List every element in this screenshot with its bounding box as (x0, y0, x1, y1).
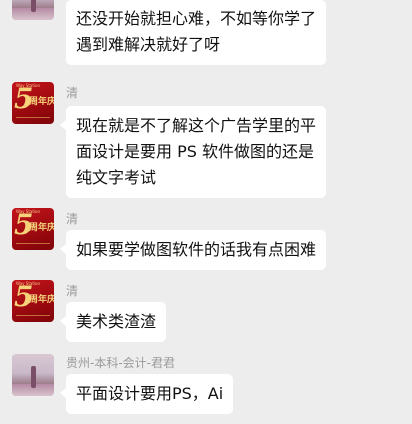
avatar-photo-figure (31, 0, 36, 12)
user-avatar[interactable]: Way Station 5 周年庆典 (12, 280, 54, 322)
message-text-line: 遇到难解决就好了呀 (76, 35, 221, 54)
message-bubble[interactable]: 如果要学做图软件的话我有点困难 (59, 230, 327, 270)
message-bubble[interactable]: 现在就是不了解这个广告学里的平 面设计是要用 PS 软件做图的还是 纯文字考试 (59, 106, 327, 198)
user-avatar[interactable]: Way Station 5 周年庆典 (12, 208, 54, 250)
message-bubble[interactable]: 平面设计要用PS，Ai (59, 374, 234, 414)
sender-name: 清 (66, 212, 79, 226)
message-text-line: 如果要学做图软件的话我有点困难 (76, 240, 317, 259)
sender-name: 清 (66, 86, 79, 100)
avatar-badge-text: 周年庆典 (29, 295, 54, 305)
avatar-badge-rule (16, 315, 50, 316)
message-text-line: 美术类渣渣 (76, 312, 157, 331)
chat-message-list: 还没开始就担心难，不如等你学了 遇到难解决就好了呀 Way Station 5 … (0, 0, 412, 424)
avatar-badge-rule (16, 243, 50, 244)
user-avatar[interactable] (12, 0, 54, 20)
message-text-line: 现在就是不了解这个广告学里的平 (76, 116, 317, 135)
message-text-line: 平面设计要用PS，Ai (76, 384, 224, 403)
message-text-line: 面设计是要用 PS 软件做图的还是 (76, 142, 314, 161)
message-bubble[interactable]: 还没开始就担心难，不如等你学了 遇到难解决就好了呀 (66, 0, 327, 65)
message-text-line: 纯文字考试 (76, 168, 157, 187)
message-text-line: 还没开始就担心难，不如等你学了 (76, 9, 317, 28)
avatar-badge-rule (16, 117, 50, 118)
sender-name: 贵州-本科-会计-君君 (66, 356, 175, 370)
message-bubble[interactable]: 美术类渣渣 (59, 302, 167, 342)
avatar-photo-figure (31, 366, 36, 388)
sender-name: 清 (66, 284, 79, 298)
avatar-badge-text: 周年庆典 (29, 223, 54, 233)
avatar-badge-text: 周年庆典 (29, 97, 54, 107)
user-avatar[interactable] (12, 354, 54, 396)
user-avatar[interactable]: Way Station 5 周年庆典 (12, 82, 54, 124)
